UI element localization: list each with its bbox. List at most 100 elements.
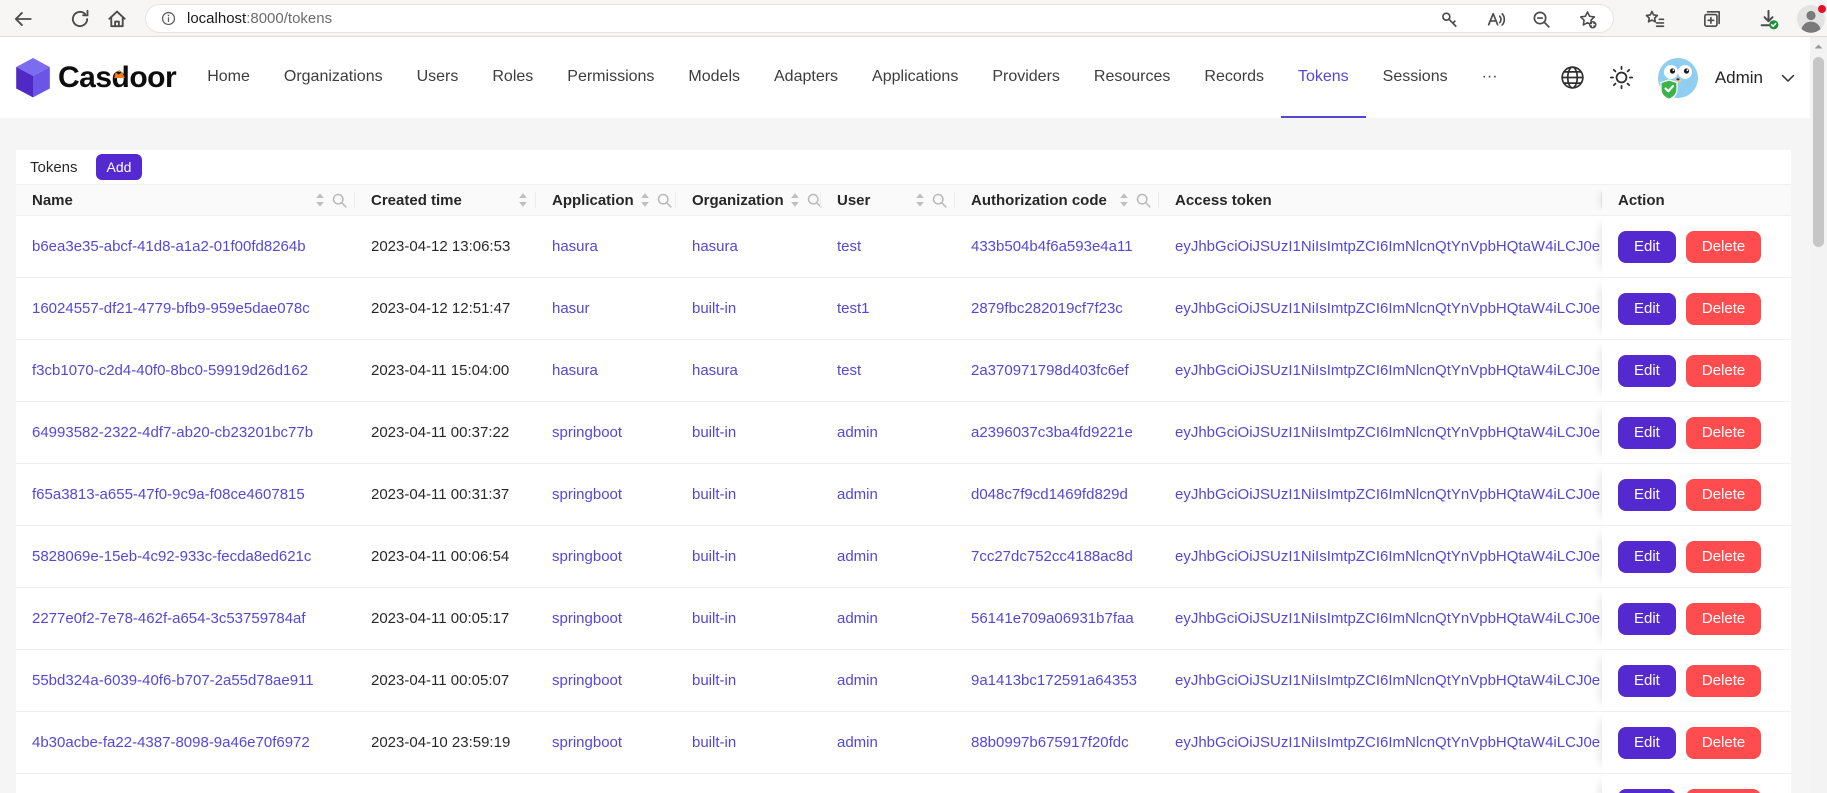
- search-icon[interactable]: [1136, 193, 1151, 208]
- user-link[interactable]: admin: [837, 486, 878, 503]
- token-link[interactable]: eyJhbGciOiJSUzI1NiIsImtpZCI6ImNlcnQtYnVp…: [1175, 610, 1600, 627]
- edit-button[interactable]: Edit: [1618, 603, 1676, 635]
- password-key-icon[interactable]: [1439, 8, 1461, 30]
- edit-button[interactable]: Edit: [1618, 727, 1676, 759]
- app-link[interactable]: hasur: [552, 300, 590, 317]
- name-link[interactable]: 5828069e-15eb-4c92-933c-fecda8ed621c: [32, 548, 311, 565]
- app-link[interactable]: springboot: [552, 610, 622, 627]
- code-link[interactable]: 56141e709a06931b7faa: [971, 610, 1134, 627]
- sorter-icon[interactable]: [315, 192, 325, 208]
- account-menu[interactable]: Admin: [1657, 57, 1797, 99]
- collections-icon[interactable]: [1701, 8, 1723, 30]
- read-aloud-icon[interactable]: [1485, 8, 1507, 30]
- search-icon[interactable]: [807, 193, 822, 208]
- delete-button[interactable]: Delete: [1686, 541, 1761, 573]
- sorter-icon[interactable]: [640, 192, 650, 208]
- home-icon[interactable]: [106, 8, 128, 30]
- scrollbar-thumb[interactable]: [1813, 57, 1824, 247]
- token-link[interactable]: eyJhbGciOiJSUzI1NiIsImtpZCI6ImNlcnQtYnVp…: [1175, 672, 1600, 689]
- name-link[interactable]: b6ea3e35-abcf-41d8-a1a2-01f00fd8264b: [32, 238, 306, 255]
- column-header-org[interactable]: Organization: [676, 185, 821, 215]
- code-link[interactable]: 88b0997b675917f20fdc: [971, 734, 1129, 751]
- code-link[interactable]: 9a1413bc172591a64353: [971, 672, 1137, 689]
- nav-item-providers[interactable]: Providers: [975, 37, 1077, 118]
- favorites-bar-icon[interactable]: [1644, 8, 1666, 30]
- add-favorite-icon[interactable]: [1577, 8, 1599, 30]
- nav-item-applications[interactable]: Applications: [855, 37, 975, 118]
- search-icon[interactable]: [332, 193, 347, 208]
- search-icon[interactable]: [932, 193, 947, 208]
- code-link[interactable]: a2396037c3ba4fd9221e: [971, 424, 1133, 441]
- name-link[interactable]: f65a3813-a655-47f0-9c9a-f08ce4607815: [32, 486, 305, 503]
- zoom-out-icon[interactable]: [1531, 8, 1553, 30]
- org-link[interactable]: built-in: [692, 424, 736, 441]
- delete-button[interactable]: Delete: [1686, 355, 1761, 387]
- nav-item-more[interactable]: ···: [1465, 37, 1515, 118]
- user-link[interactable]: admin: [837, 610, 878, 627]
- nav-item-adapters[interactable]: Adapters: [757, 37, 855, 118]
- code-link[interactable]: 7cc27dc752cc4188ac8d: [971, 548, 1133, 565]
- edit-button[interactable]: Edit: [1618, 293, 1676, 325]
- name-link[interactable]: 64993582-2322-4df7-ab20-cb23201bc77b: [32, 424, 313, 441]
- downloads-icon[interactable]: [1757, 8, 1779, 30]
- column-header-created[interactable]: Created time: [355, 185, 536, 215]
- name-link[interactable]: f3cb1070-c2d4-40f0-8bc0-59919d26d162: [32, 362, 308, 379]
- nav-item-tokens[interactable]: Tokens: [1281, 37, 1366, 118]
- code-link[interactable]: 433b504b4f6a593e4a11: [971, 238, 1133, 255]
- delete-button[interactable]: Delete: [1686, 293, 1761, 325]
- column-header-user[interactable]: User: [821, 185, 955, 215]
- org-link[interactable]: hasura: [692, 362, 738, 379]
- edit-button[interactable]: Edit: [1618, 231, 1676, 263]
- app-link[interactable]: springboot: [552, 734, 622, 751]
- nav-item-records[interactable]: Records: [1187, 37, 1281, 118]
- sorter-icon[interactable]: [790, 192, 800, 208]
- column-header-app[interactable]: Application: [536, 185, 676, 215]
- user-link[interactable]: test1: [837, 300, 870, 317]
- nav-item-users[interactable]: Users: [400, 37, 476, 118]
- token-link[interactable]: eyJhbGciOiJSUzI1NiIsImtpZCI6ImNlcnQtYnVp…: [1175, 486, 1600, 503]
- sorter-icon[interactable]: [915, 192, 925, 208]
- token-link[interactable]: eyJhbGciOiJSUzI1NiIsImtpZCI6ImNlcnQtYnVp…: [1175, 300, 1600, 317]
- user-link[interactable]: admin: [837, 424, 878, 441]
- sorter-icon[interactable]: [1119, 192, 1129, 208]
- nav-item-permissions[interactable]: Permissions: [550, 37, 671, 118]
- edit-button[interactable]: Edit: [1618, 665, 1676, 697]
- org-link[interactable]: built-in: [692, 548, 736, 565]
- nav-item-roles[interactable]: Roles: [475, 37, 550, 118]
- site-info-icon[interactable]: [160, 10, 177, 27]
- edit-button[interactable]: Edit: [1618, 789, 1676, 793]
- user-link[interactable]: test: [837, 362, 861, 379]
- language-globe-icon[interactable]: [1559, 64, 1586, 91]
- org-link[interactable]: built-in: [692, 486, 736, 503]
- org-link[interactable]: hasura: [692, 238, 738, 255]
- theme-sun-icon[interactable]: [1608, 64, 1635, 91]
- edit-button[interactable]: Edit: [1618, 355, 1676, 387]
- column-header-code[interactable]: Authorization code: [955, 185, 1159, 215]
- delete-button[interactable]: Delete: [1686, 789, 1761, 793]
- app-link[interactable]: springboot: [552, 424, 622, 441]
- user-link[interactable]: test: [837, 238, 861, 255]
- name-link[interactable]: 4b30acbe-fa22-4387-8098-9a46e70f6972: [32, 734, 310, 751]
- token-link[interactable]: eyJhbGciOiJSUzI1NiIsImtpZCI6ImNlcnQtYnVp…: [1175, 548, 1600, 565]
- app-link[interactable]: springboot: [552, 672, 622, 689]
- org-link[interactable]: built-in: [692, 610, 736, 627]
- name-link[interactable]: 16024557-df21-4779-bfb9-959e5dae078c: [32, 300, 310, 317]
- nav-item-models[interactable]: Models: [671, 37, 757, 118]
- app-link[interactable]: springboot: [552, 548, 622, 565]
- code-link[interactable]: 2879fbc282019cf7f23c: [971, 300, 1123, 317]
- app-link[interactable]: hasura: [552, 362, 598, 379]
- token-link[interactable]: eyJhbGciOiJSUzI1NiIsImtpZCI6ImNlcnQtYnVp…: [1175, 734, 1600, 751]
- casdoor-logo[interactable]: Casdoor: [14, 57, 176, 99]
- token-link[interactable]: eyJhbGciOiJSUzI1NiIsImtpZCI6ImNlcnQtYnVp…: [1175, 238, 1600, 255]
- nav-item-sessions[interactable]: Sessions: [1366, 37, 1465, 118]
- search-icon[interactable]: [657, 193, 672, 208]
- delete-button[interactable]: Delete: [1686, 479, 1761, 511]
- sorter-icon[interactable]: [518, 192, 528, 208]
- add-button[interactable]: Add: [96, 154, 143, 180]
- user-link[interactable]: admin: [837, 672, 878, 689]
- nav-item-home[interactable]: Home: [190, 37, 267, 118]
- edit-button[interactable]: Edit: [1618, 417, 1676, 449]
- user-link[interactable]: admin: [837, 734, 878, 751]
- delete-button[interactable]: Delete: [1686, 727, 1761, 759]
- name-link[interactable]: 55bd324a-6039-40f6-b707-2a55d78ae911: [32, 672, 314, 689]
